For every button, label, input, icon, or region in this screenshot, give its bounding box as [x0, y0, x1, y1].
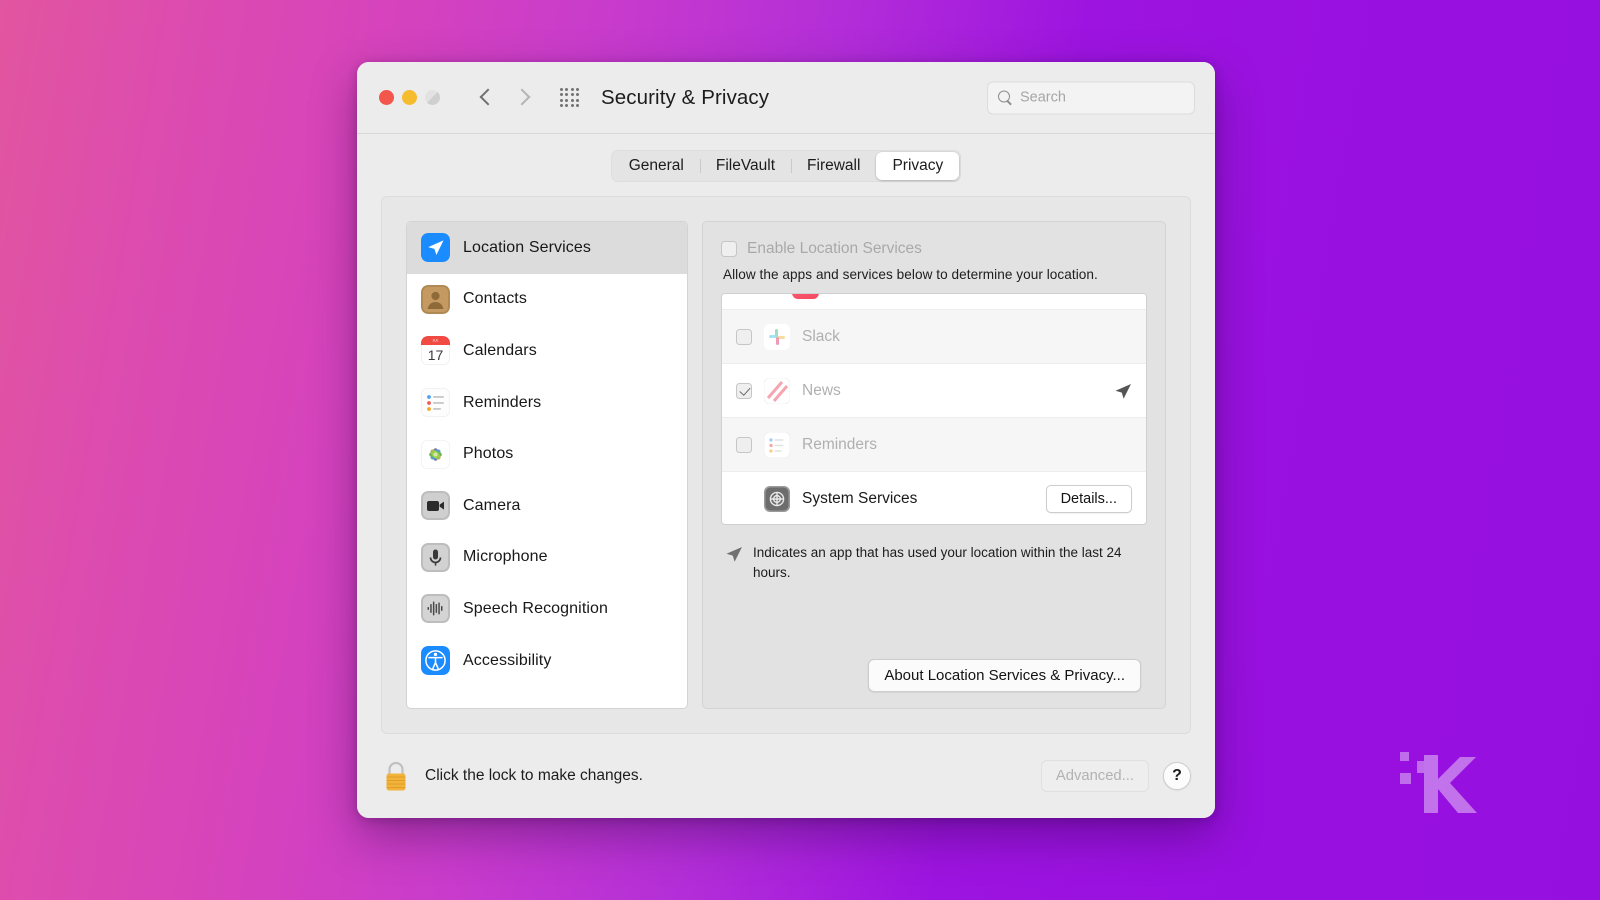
window-controls — [379, 90, 440, 105]
svg-text:17: 17 — [428, 348, 444, 364]
about-button-wrap: About Location Services & Privacy... — [721, 659, 1147, 692]
sidebar-item-label: Location Services — [463, 238, 591, 256]
contacts-icon — [421, 284, 450, 314]
table-row[interactable]: News — [722, 364, 1146, 418]
tab-general[interactable]: General — [613, 152, 700, 180]
navigation-arrows — [480, 87, 528, 109]
app-checkbox[interactable] — [736, 436, 752, 453]
svg-text:JUL: JUL — [432, 339, 438, 343]
location-services-detail: Enable Location Services Allow the apps … — [702, 221, 1166, 709]
sidebar-item-reminders[interactable]: Reminders — [407, 377, 687, 429]
sidebar-item-label: Reminders — [463, 393, 542, 411]
back-chevron-icon[interactable] — [480, 87, 493, 109]
forward-chevron-icon[interactable] — [515, 87, 528, 109]
window-body: General FileVault Firewall Privacy Locat — [357, 134, 1215, 734]
camera-icon — [421, 491, 450, 521]
sidebar-item-label: Contacts — [463, 290, 527, 308]
sidebar-item-location-services[interactable]: Location Services — [407, 222, 687, 274]
reminders-icon — [421, 388, 450, 418]
sidebar-item-label: Accessibility — [463, 651, 552, 669]
maximize-button[interactable] — [425, 90, 440, 105]
tab-privacy[interactable]: Privacy — [876, 152, 960, 180]
legend-text: Indicates an app that has used your loca… — [753, 545, 1122, 580]
advanced-button[interactable]: Advanced... — [1040, 760, 1149, 792]
scrolled-partial-row — [722, 294, 1146, 310]
close-button[interactable] — [379, 90, 394, 105]
details-button[interactable]: Details... — [1045, 485, 1132, 513]
enable-location-services-checkbox[interactable] — [721, 241, 737, 257]
app-name: News — [802, 381, 841, 399]
calendar-icon: JUL 17 — [421, 336, 450, 366]
help-button[interactable]: ? — [1163, 762, 1191, 790]
speech-recognition-icon — [421, 594, 450, 624]
minimize-button[interactable] — [402, 90, 417, 105]
location-arrow-legend-icon — [725, 545, 743, 563]
slack-icon — [764, 323, 790, 350]
system-services-icon — [764, 486, 790, 512]
page-title: Security & Privacy — [601, 85, 770, 109]
legend-row: Indicates an app that has used your loca… — [721, 543, 1147, 582]
system-preferences-window: Security & Privacy Search General FileVa… — [357, 62, 1215, 818]
enable-location-services-label: Enable Location Services — [747, 240, 922, 257]
show-all-grid-icon[interactable] — [560, 88, 579, 107]
privacy-category-sidebar: Location Services Contacts JUL 17 Calend… — [406, 221, 688, 709]
table-row[interactable]: System Services Details... — [722, 472, 1146, 524]
sidebar-item-calendars[interactable]: JUL 17 Calendars — [407, 325, 687, 377]
sidebar-item-microphone[interactable]: Microphone — [407, 532, 687, 584]
tab-bar: General FileVault Firewall Privacy — [381, 150, 1191, 182]
tab-firewall[interactable]: Firewall — [791, 152, 876, 180]
window-titlebar: Security & Privacy Search — [357, 62, 1215, 134]
table-row[interactable]: Slack — [722, 310, 1146, 364]
detail-description: Allow the apps and services below to det… — [723, 267, 1098, 282]
recent-location-arrow-icon — [1114, 382, 1132, 400]
table-row[interactable]: Reminders — [722, 418, 1146, 472]
enable-location-services-row[interactable]: Enable Location Services — [721, 240, 1147, 258]
app-permission-list[interactable]: Slack News Reminders System Services Det… — [721, 293, 1147, 525]
window-footer: Click the lock to make changes. Advanced… — [357, 734, 1215, 818]
app-checkbox[interactable] — [736, 328, 752, 345]
news-icon — [763, 377, 791, 404]
sidebar-item-photos[interactable]: Photos — [407, 428, 687, 480]
search-placeholder: Search — [1020, 89, 1066, 106]
partial-app-icon — [792, 294, 819, 299]
privacy-panel: Location Services Contacts JUL 17 Calend… — [381, 196, 1191, 734]
location-arrow-icon — [421, 233, 450, 263]
app-name: Reminders — [802, 435, 877, 453]
sidebar-item-contacts[interactable]: Contacts — [407, 274, 687, 326]
sidebar-item-label: Microphone — [463, 548, 548, 566]
sidebar-item-label: Speech Recognition — [463, 599, 609, 617]
app-name: System Services — [802, 490, 918, 507]
sidebar-item-label: Calendars — [463, 341, 537, 359]
photos-icon — [421, 439, 450, 469]
lock-hint-text: Click the lock to make changes. — [425, 767, 643, 784]
sidebar-item-speech-recognition[interactable]: Speech Recognition — [407, 583, 687, 635]
tab-filevault[interactable]: FileVault — [699, 152, 791, 180]
sidebar-item-label: Camera — [463, 496, 521, 514]
app-checkbox[interactable] — [736, 382, 752, 399]
lock-closed-icon[interactable] — [381, 759, 411, 793]
about-location-services-privacy-button[interactable]: About Location Services & Privacy... — [868, 659, 1141, 692]
sidebar-item-camera[interactable]: Camera — [407, 480, 687, 532]
accessibility-icon — [421, 646, 450, 676]
reminders-icon — [763, 431, 791, 458]
knowtechie-watermark — [1400, 752, 1477, 813]
sidebar-item-label: Photos — [463, 445, 514, 463]
microphone-icon — [421, 542, 450, 572]
app-name: Slack — [802, 327, 840, 345]
sidebar-item-accessibility[interactable]: Accessibility — [407, 635, 687, 687]
search-icon — [998, 90, 1013, 105]
search-field[interactable]: Search — [987, 81, 1195, 114]
